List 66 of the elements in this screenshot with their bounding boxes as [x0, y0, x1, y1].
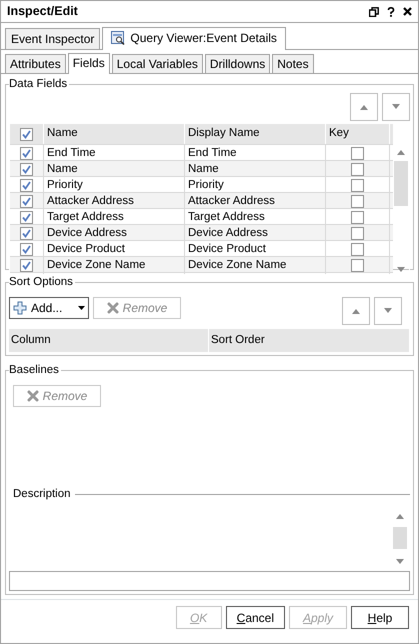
down-arrow-icon	[396, 267, 406, 273]
up-arrow-icon	[396, 149, 406, 155]
column-header[interactable]: Sort Order	[209, 329, 410, 352]
help-icon	[387, 6, 395, 16]
column-header[interactable]: Display Name	[185, 124, 326, 144]
checkbox[interactable]	[351, 211, 364, 224]
tab[interactable]: Query Viewer:Event Details	[102, 27, 286, 50]
move-down-button[interactable]	[382, 93, 410, 121]
checkbox[interactable]	[351, 163, 364, 176]
close-icon	[403, 7, 412, 16]
checkbox[interactable]	[20, 243, 33, 256]
plus-icon	[13, 301, 27, 315]
checkbox[interactable]	[20, 259, 33, 272]
table-cell: Device Zone Name	[185, 257, 326, 274]
up-arrow-icon	[351, 308, 361, 314]
tab[interactable]: Attributes	[5, 54, 66, 73]
query-viewer-icon	[111, 31, 126, 45]
down-arrow-icon	[391, 104, 401, 110]
column-header[interactable]: Key	[326, 124, 390, 144]
checkbox[interactable]	[20, 163, 33, 176]
checkbox[interactable]	[351, 179, 364, 192]
group-label: Sort Options	[9, 275, 75, 289]
table-cell: Attacker Address	[44, 193, 185, 210]
scrollbar-thumb[interactable]	[393, 527, 407, 549]
tab[interactable]: Local Variables	[112, 54, 203, 73]
checkbox[interactable]	[351, 243, 364, 256]
add-dropdown[interactable]: Add...	[9, 297, 89, 319]
dialog-button[interactable]: Cancel	[226, 606, 285, 629]
checkbox[interactable]	[351, 227, 364, 240]
table-cell: Name	[185, 161, 326, 178]
dialog-button[interactable]: Help	[351, 606, 409, 629]
table-cell: Device Zone Name	[44, 257, 185, 274]
restore-icon	[369, 6, 379, 16]
checkbox[interactable]	[20, 195, 33, 208]
move-down-button[interactable]	[374, 297, 402, 325]
down-arrow-icon	[395, 559, 405, 565]
caret-icon	[78, 306, 85, 310]
checkbox[interactable]	[20, 147, 33, 160]
up-arrow-icon	[395, 513, 405, 519]
move-up-button[interactable]	[350, 93, 378, 121]
table-cell: Device Address	[44, 225, 185, 242]
x-icon	[106, 302, 119, 314]
input-field[interactable]	[9, 571, 410, 591]
table-cell: Name	[44, 161, 185, 178]
scrollbar-thumb[interactable]	[394, 161, 408, 206]
tab[interactable]: Event Inspector	[5, 28, 100, 49]
checkbox[interactable]	[20, 179, 33, 192]
x-icon	[26, 390, 39, 402]
checkbox[interactable]	[20, 227, 33, 240]
tab[interactable]: Notes	[272, 54, 314, 73]
column-header[interactable]: Column	[9, 329, 209, 352]
table-cell: Attacker Address	[185, 193, 326, 210]
up-arrow-icon	[359, 104, 369, 110]
table-cell: Device Address	[185, 225, 326, 242]
checkbox[interactable]	[20, 211, 33, 224]
checkbox[interactable]	[351, 259, 364, 272]
section-label: Description	[13, 486, 71, 502]
checkbox[interactable]	[351, 195, 364, 208]
window-title: Inspect/Edit	[7, 3, 78, 20]
checkbox[interactable]	[20, 128, 33, 140]
down-arrow-icon	[383, 308, 393, 314]
move-up-button[interactable]	[342, 297, 370, 325]
tab[interactable]: Fields	[68, 53, 110, 74]
checkbox[interactable]	[351, 147, 364, 160]
tab[interactable]: Drilldowns	[204, 54, 270, 73]
column-header[interactable]: Name	[44, 124, 185, 144]
